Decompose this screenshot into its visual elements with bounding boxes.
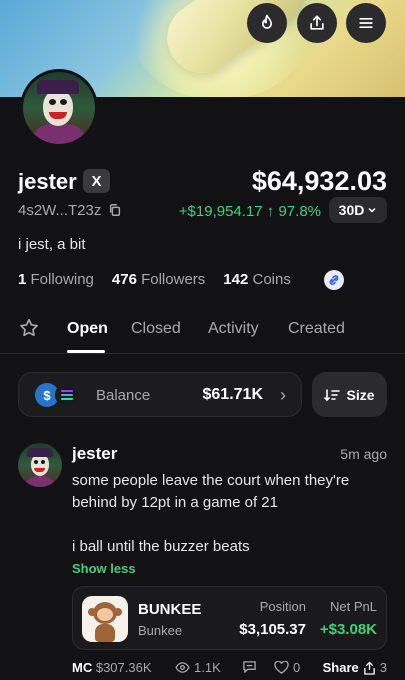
share-upload-icon (310, 15, 324, 30)
share-icon (363, 661, 375, 675)
star-icon[interactable] (18, 317, 40, 339)
like-button[interactable]: 0 (274, 660, 300, 675)
fire-button[interactable] (247, 3, 287, 43)
heart-icon (274, 661, 289, 674)
followers-stat[interactable]: 476 Followers (112, 271, 205, 288)
solana-icon (55, 383, 79, 407)
market-cap: MC $307.36K (72, 660, 152, 675)
net-pnl-value: +$3.08K (319, 621, 377, 638)
sort-button[interactable]: Size (312, 372, 387, 417)
token-card[interactable]: BUNKEE Bunkee Position $3,105.37 Net PnL… (72, 586, 387, 650)
profile-bio: i jest, a bit (18, 236, 86, 253)
tab-closed[interactable]: Closed (131, 320, 181, 338)
post-footer: MC $307.36K 1.1K 0 Share 3 (72, 660, 387, 680)
tab-open[interactable]: Open (67, 320, 108, 338)
post-text-line: i ball until the buzzer beats (72, 538, 250, 555)
explorer-link-button[interactable] (324, 270, 344, 290)
fire-icon (262, 14, 272, 29)
position-label: Position (259, 599, 306, 614)
username: jester (18, 169, 77, 194)
period-selector[interactable]: 30D (329, 197, 387, 223)
balance-button[interactable]: $ Balance $61.71K › (18, 372, 302, 417)
show-less-link[interactable]: Show less (72, 561, 136, 576)
portfolio-pnl: +$19,954.17 ↑ 97.8% (178, 203, 321, 220)
portfolio-value: $64,932.03 (251, 166, 387, 196)
profile-stats: 1 Following 476 Followers 142 Coins (18, 271, 291, 288)
sort-icon (324, 388, 341, 401)
views-count: 1.1K (175, 660, 221, 675)
comment-icon (243, 661, 256, 673)
x-logo-icon: X (91, 172, 102, 190)
x-link-button[interactable]: X (83, 169, 110, 193)
position-value: $3,105.37 (239, 621, 306, 638)
chevron-down-icon (368, 207, 376, 213)
balance-label: Balance (96, 387, 151, 404)
period-label: 30D (338, 202, 365, 218)
chevron-right-icon: › (280, 385, 286, 405)
coins-stat[interactable]: 142 Coins (223, 271, 291, 288)
token-name: BUNKEE (138, 601, 202, 618)
token-logo (82, 596, 128, 642)
reply-button[interactable] (242, 660, 257, 677)
menu-button[interactable] (346, 3, 386, 43)
balance-value: $61.71K (202, 386, 264, 403)
share-post-button[interactable]: Share 3 (323, 660, 387, 675)
post-time: 5m ago (340, 446, 387, 462)
following-stat[interactable]: 1 Following (18, 271, 94, 288)
post-text-line: some people leave the court when they're… (72, 472, 350, 511)
copy-icon[interactable] (108, 203, 122, 217)
token-subtitle: Bunkee (138, 623, 183, 638)
position-tabs: Open Closed Activity Created (0, 314, 405, 354)
post-author[interactable]: jester (72, 444, 117, 464)
avatar-image (23, 72, 95, 144)
net-pnl-label: Net PnL (330, 599, 377, 614)
share-button[interactable] (297, 3, 337, 43)
tab-created[interactable]: Created (288, 320, 345, 338)
post-avatar[interactable] (18, 443, 62, 487)
menu-icon (359, 18, 373, 28)
profile-avatar[interactable] (20, 69, 98, 147)
tab-activity[interactable]: Activity (208, 320, 259, 338)
link-icon (329, 275, 339, 285)
post-body: some people leave the court when they're… (72, 470, 387, 558)
sort-label: Size (346, 386, 375, 403)
eye-icon (175, 662, 190, 673)
wallet-address: 4s2W...T23z (18, 202, 102, 219)
active-tab-indicator (67, 350, 105, 353)
